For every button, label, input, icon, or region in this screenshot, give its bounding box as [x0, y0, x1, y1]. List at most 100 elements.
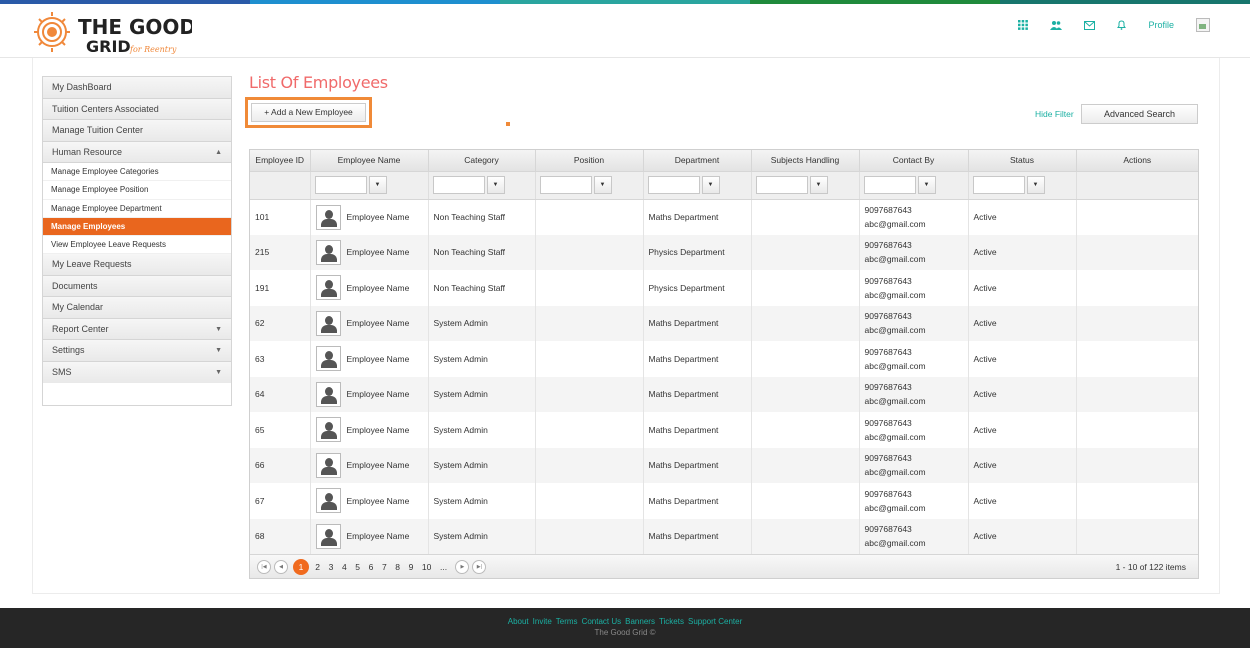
sidebar-item-report-center[interactable]: Report Center ▼	[43, 318, 231, 341]
page-number[interactable]: 5	[355, 562, 360, 572]
column-header[interactable]: Employee ID	[250, 150, 311, 172]
table-row[interactable]: 191 Employee Name Non Teaching Staff Physic…	[250, 270, 1198, 306]
filter-input[interactable]	[863, 176, 916, 194]
sidebar-item-documents[interactable]: Documents	[43, 275, 231, 298]
sidebar-subitem-employee-department[interactable]: Manage Employee Department	[43, 199, 231, 218]
sidebar-item-dashboard[interactable]: My DashBoard	[43, 77, 231, 99]
table-row[interactable]: 64 Employee Name System Admin Maths Departm…	[250, 376, 1198, 412]
employee-department: Maths Department	[648, 531, 719, 542]
employee-category: Non Teaching Staff	[433, 282, 506, 293]
footer-link[interactable]: Terms	[556, 617, 578, 626]
table-row[interactable]: 67 Employee Name System Admin Maths Departm…	[250, 483, 1198, 519]
filter-icon[interactable]: ▼	[809, 176, 828, 194]
column-header[interactable]: Category	[428, 150, 536, 172]
page-number[interactable]: 9	[409, 562, 414, 572]
add-employee-button[interactable]: + Add a New Employee	[251, 103, 366, 122]
page-number[interactable]: 10	[422, 562, 431, 572]
sidebar-item-my-calendar[interactable]: My Calendar	[43, 297, 231, 319]
sidebar-item-sms[interactable]: SMS ▼	[43, 361, 231, 384]
pagination-info: 1 - 10 of 122 items	[1115, 562, 1186, 572]
page-number[interactable]: 3	[329, 562, 334, 572]
filter-icon[interactable]: ▼	[368, 176, 387, 194]
sidebar-subitem-manage-employees[interactable]: Manage Employees	[43, 217, 231, 237]
filter-input[interactable]	[539, 176, 592, 194]
avatar[interactable]	[1196, 18, 1210, 32]
sidebar-item-human-resource[interactable]: Human Resource ▲	[43, 141, 231, 163]
advanced-search-button[interactable]: Advanced Search	[1081, 104, 1198, 124]
column-header[interactable]: Department	[643, 150, 752, 172]
page-title: List Of Employees	[249, 73, 388, 92]
filter-icon[interactable]: ▼	[701, 176, 720, 194]
highlight-dot	[506, 122, 510, 126]
grid-icon[interactable]	[1018, 20, 1029, 30]
employee-id: 62	[255, 318, 265, 329]
prev-page-icon[interactable]: ◀	[274, 560, 288, 574]
footer-link[interactable]: Contact Us	[582, 617, 622, 626]
filter-icon[interactable]: ▼	[486, 176, 505, 194]
table-row[interactable]: 66 Employee Name System Admin Maths Departm…	[250, 447, 1198, 483]
filter-input[interactable]	[432, 176, 485, 194]
hide-filter-link[interactable]: Hide Filter	[1035, 109, 1074, 119]
sidebar-item-my-leave-requests[interactable]: My Leave Requests	[43, 254, 231, 276]
first-page-icon[interactable]: |◀	[257, 560, 271, 574]
sidebar-item-tuition-centers[interactable]: Tuition Centers Associated	[43, 98, 231, 120]
filter-input[interactable]	[647, 176, 700, 194]
employee-avatar	[315, 381, 341, 407]
filter-icon[interactable]: ▼	[1026, 176, 1045, 194]
footer-link[interactable]: Support Center	[688, 617, 742, 626]
column-header[interactable]: Actions	[1076, 150, 1198, 172]
employee-email: abc@gmail.com	[864, 219, 926, 229]
page-number[interactable]: 2	[315, 562, 320, 572]
sidebar-spacer	[43, 383, 231, 406]
sidebar-item-settings[interactable]: Settings ▼	[43, 340, 231, 362]
bell-icon[interactable]	[1117, 20, 1127, 30]
employee-id: 191	[255, 282, 270, 293]
table-row[interactable]: 62 Employee Name System Admin Maths Departm…	[250, 305, 1198, 341]
sidebar-item-manage-tuition-center[interactable]: Manage Tuition Center	[43, 120, 231, 142]
employee-department: Maths Department	[648, 460, 719, 471]
page-number[interactable]: ...	[440, 562, 447, 572]
filter-cell	[1076, 171, 1198, 200]
sidebar-subitem-employee-position[interactable]: Manage Employee Position	[43, 181, 231, 200]
table-row[interactable]: 68 Employee Name System Admin Maths Departm…	[250, 518, 1198, 554]
employee-status: Active	[973, 318, 997, 329]
sidebar-menu: My DashBoard Tuition Centers Associated …	[42, 76, 232, 407]
column-header[interactable]: Status	[968, 150, 1077, 172]
page-number[interactable]: 4	[342, 562, 347, 572]
sidebar-subitem-employee-categories[interactable]: Manage Employee Categories	[43, 163, 231, 182]
filter-cell: ▼	[535, 171, 644, 200]
table-row[interactable]: 63 Employee Name System Admin Maths Departm…	[250, 341, 1198, 377]
page-number[interactable]: 8	[395, 562, 400, 572]
footer-link[interactable]: Invite	[533, 617, 552, 626]
footer-link[interactable]: Banners	[625, 617, 655, 626]
employee-email: abc@gmail.com	[864, 289, 926, 300]
filter-input[interactable]	[755, 176, 808, 194]
filter-input[interactable]	[972, 176, 1025, 194]
employee-category: System Admin	[433, 353, 488, 364]
table-row[interactable]: 65 Employee Name System Admin Maths Departm…	[250, 412, 1198, 448]
profile-link[interactable]: Profile	[1148, 20, 1174, 30]
sidebar-subitem-leave-requests[interactable]: View Employee Leave Requests	[43, 236, 231, 255]
mail-icon[interactable]	[1084, 20, 1096, 30]
next-page-icon[interactable]: ▶	[455, 560, 470, 574]
employee-status: Active	[973, 531, 997, 542]
footer-link[interactable]: Tickets	[659, 617, 684, 626]
page-number[interactable]: 7	[382, 562, 387, 572]
last-page-icon[interactable]: ▶|	[472, 560, 487, 574]
column-header[interactable]: Contact By	[859, 150, 969, 172]
filter-icon[interactable]: ▼	[593, 176, 612, 194]
users-icon[interactable]	[1050, 20, 1063, 30]
column-header[interactable]: Subjects Handling	[751, 150, 860, 172]
table-row[interactable]: 215 Employee Name Non Teaching Staff Physic…	[250, 234, 1198, 270]
employee-avatar	[315, 239, 341, 265]
table-row[interactable]: 101 Employee Name Non Teaching Staff Maths …	[250, 199, 1198, 235]
page-number[interactable]: 1	[293, 559, 309, 575]
column-header[interactable]: Position	[535, 150, 644, 172]
page-number[interactable]: 6	[369, 562, 374, 572]
employee-phone: 9097687643	[864, 382, 912, 393]
employee-category: System Admin	[433, 318, 488, 329]
filter-icon[interactable]: ▼	[917, 176, 936, 194]
footer-link[interactable]: About	[508, 617, 529, 626]
filter-input[interactable]	[314, 176, 367, 194]
column-header[interactable]: Employee Name	[310, 150, 429, 172]
